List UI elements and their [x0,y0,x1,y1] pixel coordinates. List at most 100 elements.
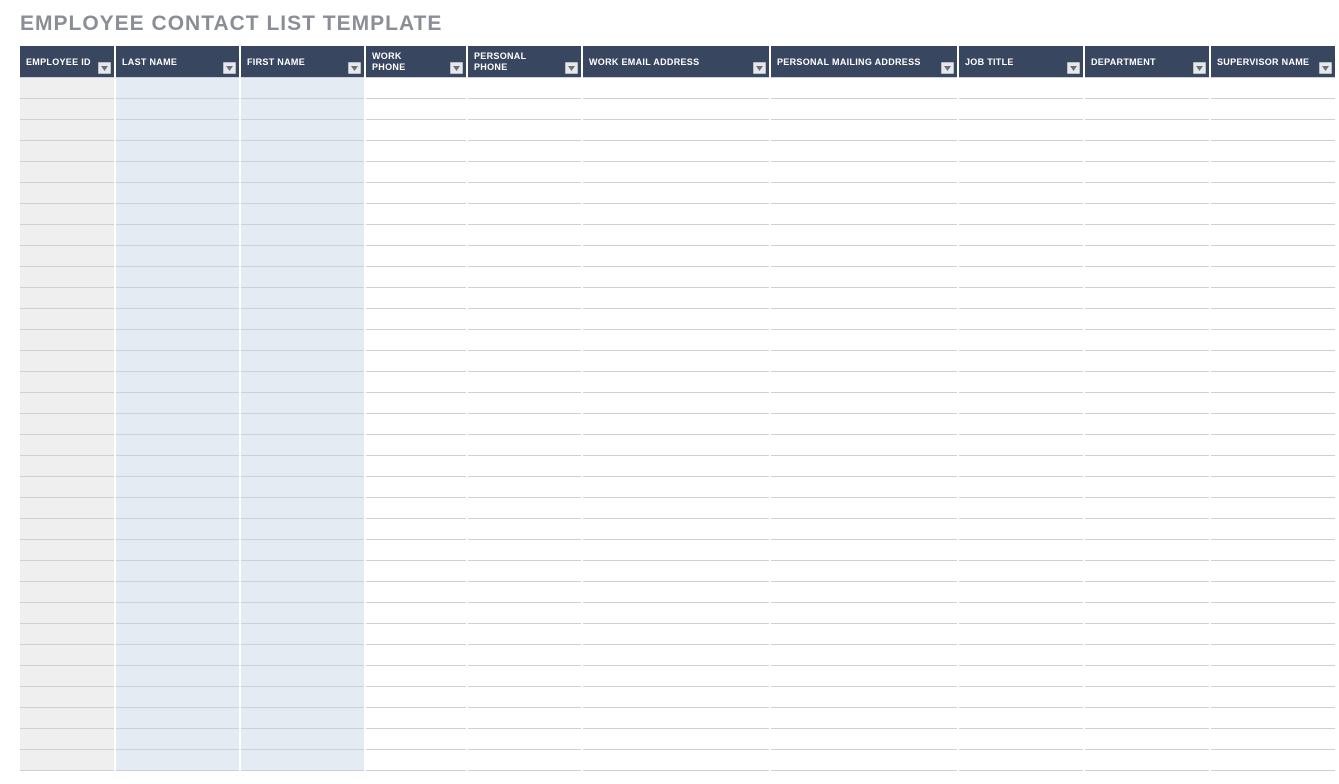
table-cell[interactable] [1085,372,1209,393]
table-cell[interactable] [468,687,581,708]
table-cell[interactable] [241,708,364,729]
table-cell[interactable] [116,414,239,435]
table-cell[interactable] [1211,582,1335,603]
table-cell[interactable] [366,330,466,351]
table-cell[interactable] [366,498,466,519]
table-cell[interactable] [583,309,769,330]
table-cell[interactable] [583,120,769,141]
table-cell[interactable] [771,687,957,708]
table-cell[interactable] [116,645,239,666]
table-cell[interactable] [468,162,581,183]
table-cell[interactable] [468,393,581,414]
table-cell[interactable] [1211,141,1335,162]
table-cell[interactable] [1211,330,1335,351]
table-cell[interactable] [771,99,957,120]
table-cell[interactable] [771,288,957,309]
table-cell[interactable] [20,183,114,204]
table-cell[interactable] [1085,540,1209,561]
table-cell[interactable] [959,330,1083,351]
table-cell[interactable] [468,624,581,645]
table-cell[interactable] [583,456,769,477]
filter-dropdown-icon[interactable] [223,62,236,74]
table-cell[interactable] [1211,477,1335,498]
table-cell[interactable] [1085,645,1209,666]
table-cell[interactable] [468,183,581,204]
table-cell[interactable] [20,540,114,561]
table-cell[interactable] [583,540,769,561]
table-cell[interactable] [116,666,239,687]
table-cell[interactable] [20,141,114,162]
table-cell[interactable] [468,708,581,729]
table-cell[interactable] [366,141,466,162]
table-cell[interactable] [366,750,466,771]
filter-dropdown-icon[interactable] [1319,62,1332,74]
table-cell[interactable] [1085,666,1209,687]
table-cell[interactable] [1211,561,1335,582]
table-cell[interactable] [241,78,364,99]
table-cell[interactable] [959,624,1083,645]
table-cell[interactable] [366,225,466,246]
table-cell[interactable] [366,561,466,582]
table-cell[interactable] [241,162,364,183]
table-cell[interactable] [468,204,581,225]
table-cell[interactable] [116,603,239,624]
table-cell[interactable] [116,750,239,771]
table-cell[interactable] [366,393,466,414]
table-cell[interactable] [116,330,239,351]
table-cell[interactable] [1211,225,1335,246]
table-cell[interactable] [20,288,114,309]
table-cell[interactable] [468,141,581,162]
table-cell[interactable] [771,351,957,372]
table-cell[interactable] [771,498,957,519]
table-cell[interactable] [468,498,581,519]
table-cell[interactable] [959,708,1083,729]
table-cell[interactable] [1211,309,1335,330]
table-cell[interactable] [116,393,239,414]
table-cell[interactable] [366,645,466,666]
table-cell[interactable] [583,708,769,729]
table-cell[interactable] [1085,288,1209,309]
table-cell[interactable] [1085,435,1209,456]
table-cell[interactable] [1211,540,1335,561]
table-cell[interactable] [959,351,1083,372]
table-cell[interactable] [241,120,364,141]
table-cell[interactable] [771,708,957,729]
table-cell[interactable] [583,141,769,162]
table-cell[interactable] [241,687,364,708]
table-cell[interactable] [771,78,957,99]
table-cell[interactable] [583,498,769,519]
table-cell[interactable] [241,603,364,624]
table-cell[interactable] [959,204,1083,225]
table-cell[interactable] [1085,309,1209,330]
table-cell[interactable] [1211,351,1335,372]
table-cell[interactable] [20,624,114,645]
table-cell[interactable] [241,372,364,393]
table-cell[interactable] [771,729,957,750]
table-cell[interactable] [468,246,581,267]
table-cell[interactable] [366,603,466,624]
table-cell[interactable] [366,246,466,267]
table-cell[interactable] [771,666,957,687]
table-cell[interactable] [583,729,769,750]
table-cell[interactable] [771,645,957,666]
table-cell[interactable] [468,729,581,750]
table-cell[interactable] [583,477,769,498]
table-cell[interactable] [959,99,1083,120]
table-cell[interactable] [1085,330,1209,351]
table-cell[interactable] [1211,645,1335,666]
table-cell[interactable] [771,204,957,225]
table-cell[interactable] [20,477,114,498]
table-cell[interactable] [1085,120,1209,141]
table-cell[interactable] [771,372,957,393]
table-cell[interactable] [20,519,114,540]
table-cell[interactable] [20,750,114,771]
table-cell[interactable] [241,582,364,603]
table-cell[interactable] [1085,561,1209,582]
table-cell[interactable] [468,582,581,603]
table-cell[interactable] [959,666,1083,687]
table-cell[interactable] [366,78,466,99]
table-cell[interactable] [116,99,239,120]
table-cell[interactable] [116,456,239,477]
table-cell[interactable] [583,393,769,414]
table-cell[interactable] [241,204,364,225]
